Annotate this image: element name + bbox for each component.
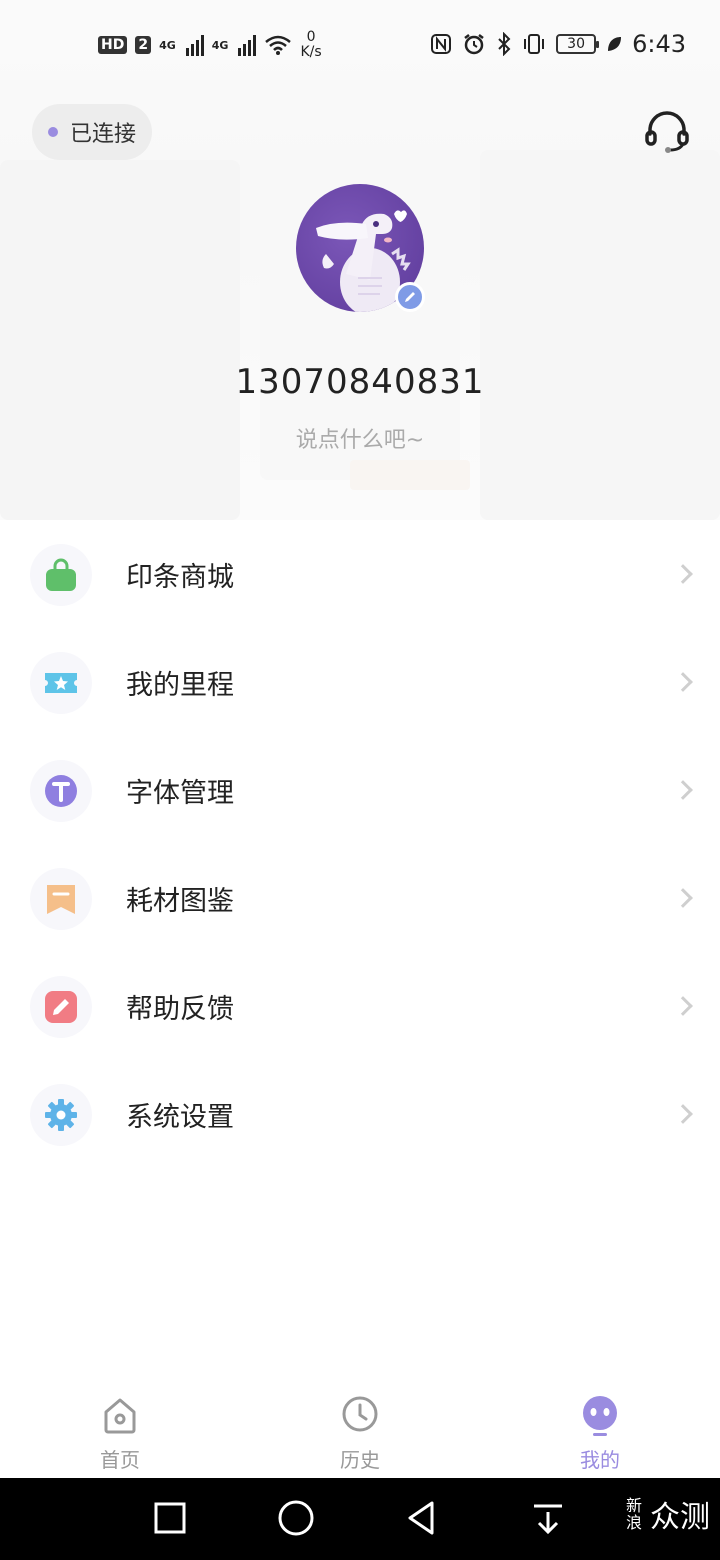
network-speed: 0 K/s <box>300 30 321 60</box>
network-type-2: 4G <box>211 38 229 52</box>
menu-item-label: 字体管理 <box>126 777 234 809</box>
chevron-right-icon <box>673 996 693 1016</box>
home-nav-icon[interactable] <box>276 1498 316 1538</box>
robot-face-icon <box>583 1396 617 1436</box>
menu-icon-wrapper <box>30 760 92 822</box>
menu-item-label: 我的里程 <box>126 669 234 701</box>
tab-label: 历史 <box>340 1448 380 1472</box>
user-motto[interactable]: 说点什么吧~ <box>0 422 720 454</box>
pencil-icon <box>405 292 415 302</box>
gear-icon <box>45 1099 77 1131</box>
menu-item-mileage[interactable]: 我的里程 <box>0 628 720 736</box>
hd-badge: HD <box>98 36 128 54</box>
notification-pull-icon[interactable] <box>528 1498 568 1538</box>
menu-icon-wrapper <box>30 652 92 714</box>
battery-icon: 30 <box>556 34 600 54</box>
edit-avatar-button[interactable] <box>395 282 425 312</box>
status-bar: HD 2 4G 4G 0 K/s 30 6:43 <box>0 0 720 90</box>
menu-item-mall[interactable]: 印条商城 <box>0 520 720 628</box>
headset-icon[interactable] <box>644 108 690 154</box>
tab-home[interactable]: 首页 <box>60 1380 180 1478</box>
menu-item-label: 耗材图鉴 <box>126 885 234 917</box>
menu-item-fonts[interactable]: 字体管理 <box>0 736 720 844</box>
tab-history[interactable]: 历史 <box>300 1380 420 1478</box>
recent-apps-icon[interactable] <box>150 1498 190 1538</box>
bookmark-icon <box>47 885 75 914</box>
system-nav-bar: 新浪 众测 <box>0 1478 720 1560</box>
leaf-icon <box>608 37 622 51</box>
chevron-right-icon <box>673 780 693 800</box>
menu-item-feedback[interactable]: 帮助反馈 <box>0 952 720 1060</box>
menu-item-label: 系统设置 <box>126 1101 234 1133</box>
tab-mine[interactable]: 我的 <box>540 1380 660 1478</box>
menu-item-label: 印条商城 <box>126 561 234 593</box>
menu-item-supplies[interactable]: 耗材图鉴 <box>0 844 720 952</box>
menu-item-label: 帮助反馈 <box>126 993 234 1025</box>
chevron-right-icon <box>673 672 693 692</box>
watermark: 新浪 众测 <box>626 1492 710 1536</box>
network-type-1: 4G <box>159 38 176 52</box>
tab-label: 我的 <box>580 1448 620 1472</box>
watermark-large: 众测 <box>650 1500 710 1535</box>
bluetooth-icon <box>498 32 511 56</box>
menu-icon-wrapper <box>30 868 92 930</box>
connection-dot <box>48 127 58 137</box>
chevron-right-icon <box>673 564 693 584</box>
vibrate-icon <box>524 34 545 54</box>
chevron-right-icon <box>673 1104 693 1124</box>
speed-value: 0 <box>306 29 316 45</box>
clock: 6:43 <box>632 30 686 58</box>
alarm-icon <box>464 34 484 55</box>
shopping-bag-icon <box>46 558 76 591</box>
chevron-right-icon <box>673 888 693 908</box>
menu-icon-wrapper <box>30 976 92 1038</box>
home-icon <box>104 1398 136 1434</box>
connection-status[interactable]: 已连接 <box>32 104 153 160</box>
menu-icon-wrapper <box>30 544 92 606</box>
ticket-icon <box>45 673 77 693</box>
screen: HD 2 4G 4G 0 K/s 30 6:43 已连接 13070840831… <box>0 0 720 1560</box>
speed-unit: K/s <box>300 44 322 60</box>
bottom-tab-bar: 首页 历史 我的 <box>0 1380 720 1478</box>
font-icon <box>45 775 77 807</box>
wifi-icon <box>265 35 292 55</box>
menu-list: 印条商城 我的里程 字体管理 耗材图鉴 帮助反馈 系统设置 <box>0 520 720 1168</box>
signal-icon <box>238 34 257 56</box>
tab-label: 首页 <box>100 1448 140 1472</box>
clock-icon <box>342 1396 378 1432</box>
user-phone: 13070840831 <box>235 362 485 402</box>
watermark-small: 新浪 <box>626 1496 643 1532</box>
back-icon[interactable] <box>402 1498 442 1538</box>
edit-icon <box>45 991 77 1023</box>
signal-icon <box>185 34 204 56</box>
sim-badge: 2 <box>135 36 152 54</box>
menu-item-settings[interactable]: 系统设置 <box>0 1060 720 1168</box>
connection-label: 已连接 <box>70 122 137 147</box>
menu-icon-wrapper <box>30 1084 92 1146</box>
nfc-icon <box>431 34 452 54</box>
